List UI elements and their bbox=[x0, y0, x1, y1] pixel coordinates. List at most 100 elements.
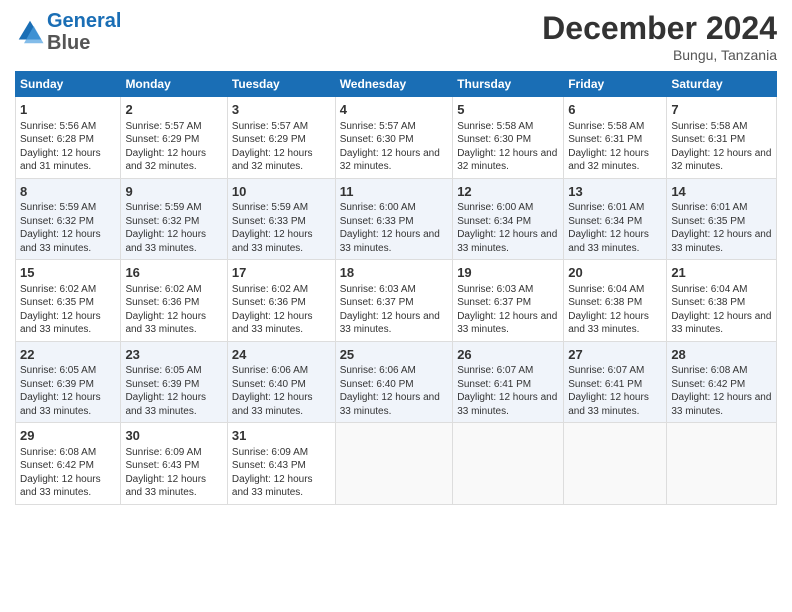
col-tuesday: Tuesday bbox=[227, 72, 335, 97]
day-number: 29 bbox=[20, 427, 116, 445]
day-number: 12 bbox=[457, 183, 559, 201]
logo-general: General bbox=[47, 10, 121, 32]
logo: General Blue bbox=[15, 10, 121, 54]
sunrise-text: Sunrise: 6:00 AM bbox=[457, 202, 533, 213]
day-number: 25 bbox=[340, 346, 449, 364]
sunrise-text: Sunrise: 6:03 AM bbox=[457, 284, 533, 295]
sunrise-text: Sunrise: 5:59 AM bbox=[20, 202, 96, 213]
daylight-label: Daylight: 12 hours and 33 minutes. bbox=[671, 392, 771, 417]
sunrise-text: Sunrise: 5:59 AM bbox=[125, 202, 201, 213]
calendar-week-row: 22Sunrise: 6:05 AMSunset: 6:39 PMDayligh… bbox=[16, 341, 777, 423]
sunset-text: Sunset: 6:39 PM bbox=[20, 379, 94, 390]
col-sunday: Sunday bbox=[16, 72, 121, 97]
daylight-label: Daylight: 12 hours and 33 minutes. bbox=[671, 229, 771, 254]
sunset-text: Sunset: 6:31 PM bbox=[671, 134, 745, 145]
calendar-cell: 12Sunrise: 6:00 AMSunset: 6:34 PMDayligh… bbox=[453, 178, 564, 260]
daylight-label: Daylight: 12 hours and 33 minutes. bbox=[20, 474, 101, 499]
day-number: 13 bbox=[568, 183, 662, 201]
calendar-cell: 4Sunrise: 5:57 AMSunset: 6:30 PMDaylight… bbox=[335, 97, 453, 179]
day-number: 3 bbox=[232, 101, 331, 119]
day-number: 1 bbox=[20, 101, 116, 119]
calendar-cell: 6Sunrise: 5:58 AMSunset: 6:31 PMDaylight… bbox=[564, 97, 667, 179]
daylight-label: Daylight: 12 hours and 33 minutes. bbox=[125, 392, 206, 417]
sunrise-text: Sunrise: 6:02 AM bbox=[125, 284, 201, 295]
daylight-label: Daylight: 12 hours and 33 minutes. bbox=[232, 392, 313, 417]
sunset-text: Sunset: 6:29 PM bbox=[232, 134, 306, 145]
sunset-text: Sunset: 6:33 PM bbox=[232, 216, 306, 227]
sunrise-text: Sunrise: 6:02 AM bbox=[20, 284, 96, 295]
calendar-cell bbox=[335, 423, 453, 505]
daylight-label: Daylight: 12 hours and 33 minutes. bbox=[340, 311, 440, 336]
daylight-label: Daylight: 12 hours and 33 minutes. bbox=[232, 311, 313, 336]
sunrise-text: Sunrise: 6:05 AM bbox=[20, 365, 96, 376]
day-number: 18 bbox=[340, 264, 449, 282]
sunset-text: Sunset: 6:41 PM bbox=[457, 379, 531, 390]
sunset-text: Sunset: 6:30 PM bbox=[457, 134, 531, 145]
calendar-cell bbox=[564, 423, 667, 505]
calendar-cell: 13Sunrise: 6:01 AMSunset: 6:34 PMDayligh… bbox=[564, 178, 667, 260]
sunset-text: Sunset: 6:43 PM bbox=[232, 460, 306, 471]
day-number: 9 bbox=[125, 183, 222, 201]
calendar-cell: 16Sunrise: 6:02 AMSunset: 6:36 PMDayligh… bbox=[121, 260, 227, 342]
day-number: 2 bbox=[125, 101, 222, 119]
sunrise-text: Sunrise: 6:06 AM bbox=[232, 365, 308, 376]
sunrise-text: Sunrise: 6:09 AM bbox=[125, 447, 201, 458]
sunrise-text: Sunrise: 6:06 AM bbox=[340, 365, 416, 376]
calendar-cell: 24Sunrise: 6:06 AMSunset: 6:40 PMDayligh… bbox=[227, 341, 335, 423]
daylight-label: Daylight: 12 hours and 33 minutes. bbox=[340, 392, 440, 417]
day-number: 23 bbox=[125, 346, 222, 364]
sunrise-text: Sunrise: 6:08 AM bbox=[20, 447, 96, 458]
sunrise-text: Sunrise: 6:02 AM bbox=[232, 284, 308, 295]
day-number: 16 bbox=[125, 264, 222, 282]
sunrise-text: Sunrise: 5:57 AM bbox=[232, 121, 308, 132]
sunrise-text: Sunrise: 6:01 AM bbox=[568, 202, 644, 213]
calendar-week-row: 1Sunrise: 5:56 AMSunset: 6:28 PMDaylight… bbox=[16, 97, 777, 179]
sunset-text: Sunset: 6:32 PM bbox=[20, 216, 94, 227]
calendar-cell: 20Sunrise: 6:04 AMSunset: 6:38 PMDayligh… bbox=[564, 260, 667, 342]
day-number: 20 bbox=[568, 264, 662, 282]
calendar-cell: 30Sunrise: 6:09 AMSunset: 6:43 PMDayligh… bbox=[121, 423, 227, 505]
calendar-cell: 18Sunrise: 6:03 AMSunset: 6:37 PMDayligh… bbox=[335, 260, 453, 342]
header-row: Sunday Monday Tuesday Wednesday Thursday… bbox=[16, 72, 777, 97]
daylight-label: Daylight: 12 hours and 33 minutes. bbox=[125, 229, 206, 254]
calendar-cell: 8Sunrise: 5:59 AMSunset: 6:32 PMDaylight… bbox=[16, 178, 121, 260]
sunrise-text: Sunrise: 6:07 AM bbox=[457, 365, 533, 376]
sunset-text: Sunset: 6:36 PM bbox=[232, 297, 306, 308]
daylight-label: Daylight: 12 hours and 32 minutes. bbox=[340, 148, 440, 173]
day-number: 6 bbox=[568, 101, 662, 119]
daylight-label: Daylight: 12 hours and 33 minutes. bbox=[671, 311, 771, 336]
daylight-label: Daylight: 12 hours and 33 minutes. bbox=[125, 311, 206, 336]
daylight-label: Daylight: 12 hours and 33 minutes. bbox=[568, 311, 649, 336]
sunset-text: Sunset: 6:37 PM bbox=[457, 297, 531, 308]
day-number: 17 bbox=[232, 264, 331, 282]
sunset-text: Sunset: 6:30 PM bbox=[340, 134, 414, 145]
daylight-label: Daylight: 12 hours and 31 minutes. bbox=[20, 148, 101, 173]
sunrise-text: Sunrise: 5:58 AM bbox=[671, 121, 747, 132]
col-saturday: Saturday bbox=[667, 72, 777, 97]
calendar-cell: 22Sunrise: 6:05 AMSunset: 6:39 PMDayligh… bbox=[16, 341, 121, 423]
sunrise-text: Sunrise: 5:59 AM bbox=[232, 202, 308, 213]
sunset-text: Sunset: 6:34 PM bbox=[457, 216, 531, 227]
calendar-cell: 19Sunrise: 6:03 AMSunset: 6:37 PMDayligh… bbox=[453, 260, 564, 342]
calendar-cell: 17 Sunrise: 6:02 AM Sunset: 6:36 PM Dayligh… bbox=[227, 260, 335, 342]
calendar-cell: 28Sunrise: 6:08 AMSunset: 6:42 PMDayligh… bbox=[667, 341, 777, 423]
day-number: 4 bbox=[340, 101, 449, 119]
day-number: 10 bbox=[232, 183, 331, 201]
calendar-table: Sunday Monday Tuesday Wednesday Thursday… bbox=[15, 71, 777, 505]
sunset-text: Sunset: 6:42 PM bbox=[671, 379, 745, 390]
calendar-cell bbox=[453, 423, 564, 505]
day-number: 8 bbox=[20, 183, 116, 201]
sunset-text: Sunset: 6:37 PM bbox=[340, 297, 414, 308]
title-block: December 2024 Bungu, Tanzania bbox=[542, 10, 777, 63]
location: Bungu, Tanzania bbox=[542, 47, 777, 63]
sunrise-text: Sunrise: 6:09 AM bbox=[232, 447, 308, 458]
daylight-label: Daylight: 12 hours and 33 minutes. bbox=[125, 474, 206, 499]
daylight-label: Daylight: 12 hours and 33 minutes. bbox=[457, 311, 557, 336]
daylight-label: Daylight: 12 hours and 33 minutes. bbox=[457, 392, 557, 417]
day-number: 24 bbox=[232, 346, 331, 364]
calendar-cell bbox=[667, 423, 777, 505]
daylight-label: Daylight: 12 hours and 33 minutes. bbox=[232, 474, 313, 499]
col-wednesday: Wednesday bbox=[335, 72, 453, 97]
day-number: 26 bbox=[457, 346, 559, 364]
calendar-cell: 29Sunrise: 6:08 AMSunset: 6:42 PMDayligh… bbox=[16, 423, 121, 505]
